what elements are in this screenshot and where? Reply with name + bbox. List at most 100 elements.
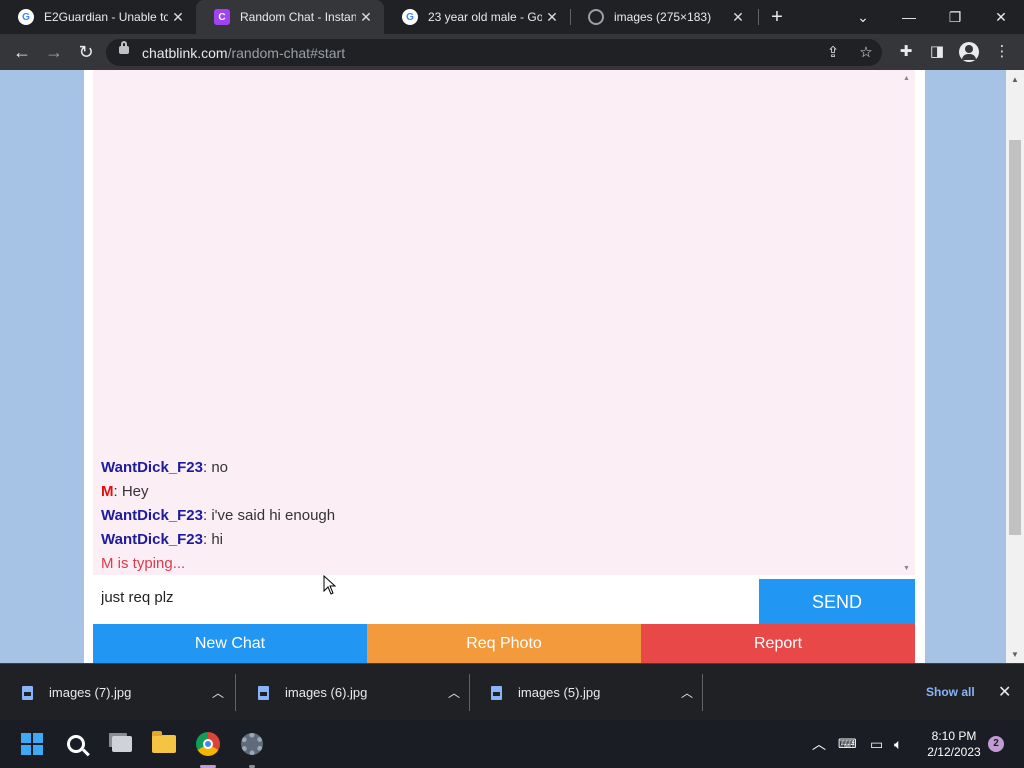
- menu-kebab-icon[interactable]: ⋮: [992, 42, 1012, 62]
- typing-indicator: M is typing...: [101, 555, 186, 572]
- bookmark-star-icon[interactable]: ☆: [856, 43, 876, 63]
- message-text: : no: [202, 459, 229, 476]
- chat-log: WantDick_F23: no M: Hey WantDick_F23: i'…: [93, 70, 899, 575]
- extensions-puzzle-icon[interactable]: ✚: [896, 42, 916, 62]
- show-hidden-icons-chevron-icon[interactable]: ︿: [812, 720, 826, 768]
- stranger-nick: WantDick_F23: [101, 507, 203, 524]
- report-button[interactable]: Report: [641, 624, 915, 663]
- tab-title: Random Chat - Instant: [240, 10, 356, 24]
- gear-icon: [241, 733, 263, 755]
- address-bar[interactable]: chatblink.com/random-chat#start ⇪ ☆: [106, 39, 882, 66]
- file-icon: [22, 685, 33, 700]
- file-icon: [491, 685, 502, 700]
- chevron-up-icon[interactable]: ︿: [203, 684, 233, 701]
- file-explorer-button[interactable]: [148, 728, 180, 760]
- message-list: WantDick_F23: no M: Hey WantDick_F23: i'…: [101, 456, 335, 576]
- start-button[interactable]: [16, 728, 48, 760]
- close-icon[interactable]: ✕: [542, 9, 562, 26]
- close-icon[interactable]: ✕: [168, 9, 188, 26]
- scroll-down-arrow-icon[interactable]: ▼: [903, 565, 910, 572]
- scroll-up-arrow-icon[interactable]: ▲: [903, 75, 910, 82]
- close-download-bar-icon[interactable]: ✕: [998, 682, 1011, 702]
- back-arrow-icon[interactable]: ←: [10, 40, 34, 64]
- tab-title: 23 year old male - Goo: [428, 10, 542, 24]
- tab-title: E2Guardian - Unable to: [44, 10, 168, 24]
- download-filename: images (5).jpg: [518, 685, 601, 700]
- page-viewport: WantDick_F23: no M: Hey WantDick_F23: i'…: [0, 70, 1024, 663]
- chat-message: M: Hey: [101, 480, 335, 504]
- new-chat-button[interactable]: New Chat: [93, 624, 367, 663]
- system-clock[interactable]: 8:10 PM 2/12/2023: [920, 728, 988, 760]
- stranger-nick: WantDick_F23: [101, 459, 203, 476]
- clock-date: 2/12/2023: [927, 745, 981, 759]
- restore-icon[interactable]: ❐: [932, 0, 978, 34]
- chrome-button[interactable]: [192, 728, 224, 760]
- scroll-up-arrow-icon[interactable]: ▲: [1011, 75, 1019, 84]
- chrome-icon: [196, 732, 220, 756]
- chat-log-scrollbar[interactable]: ▲ ▼: [899, 70, 915, 575]
- scrollbar-thumb[interactable]: [1009, 140, 1021, 535]
- share-icon[interactable]: ⇪: [823, 43, 843, 63]
- keyboard-icon[interactable]: ⌨: [838, 720, 857, 768]
- forward-arrow-icon[interactable]: →: [42, 40, 66, 64]
- url-text[interactable]: chatblink.com/random-chat#start: [142, 45, 345, 61]
- url-domain: chatblink.com: [142, 45, 228, 61]
- tab-e2guardian[interactable]: G E2Guardian - Unable to ✕: [0, 0, 196, 34]
- browser-tab-strip: G E2Guardian - Unable to ✕ C Random Chat…: [0, 0, 1024, 34]
- stranger-nick: WantDick_F23: [101, 531, 203, 548]
- lock-icon: [119, 41, 129, 54]
- send-button[interactable]: SEND: [759, 579, 915, 625]
- windows-taskbar: ︿ ⌨ ▭ 🔈︎ 8:10 PM 2/12/2023: [0, 720, 1024, 768]
- folder-icon: [152, 731, 176, 753]
- tab-title: images (275×183): [614, 10, 712, 24]
- reload-icon[interactable]: ↻: [74, 40, 98, 64]
- url-path: /random-chat#start: [227, 45, 346, 61]
- network-icon[interactable]: ▭: [870, 720, 883, 768]
- show-all-downloads-link[interactable]: Show all: [926, 685, 975, 699]
- close-icon[interactable]: ✕: [728, 9, 748, 26]
- tab-search-chevron-icon[interactable]: ⌄: [840, 0, 886, 34]
- download-filename: images (7).jpg: [49, 685, 132, 700]
- search-button[interactable]: [60, 728, 92, 760]
- download-item[interactable]: images (6).jpg ︿: [236, 664, 469, 721]
- chevron-up-icon[interactable]: ︿: [672, 684, 702, 701]
- tab-random-chat[interactable]: C Random Chat - Instant ✕: [196, 0, 384, 34]
- chevron-up-icon[interactable]: ︿: [439, 684, 469, 701]
- my-nick: M: [101, 483, 114, 500]
- download-item[interactable]: images (7).jpg ︿: [0, 664, 233, 721]
- profile-avatar-icon[interactable]: [959, 42, 979, 62]
- mouse-cursor-icon: [323, 575, 337, 595]
- chat-message: WantDick_F23: no: [101, 456, 335, 480]
- google-icon: G: [18, 9, 34, 25]
- page-scrollbar[interactable]: ▲ ▼: [1006, 70, 1024, 663]
- window-close-icon[interactable]: ✕: [978, 0, 1024, 34]
- download-item[interactable]: images (5).jpg ︿: [469, 664, 702, 721]
- download-bar: images (7).jpg ︿ images (6).jpg ︿ images…: [0, 663, 1024, 720]
- settings-button[interactable]: [236, 728, 268, 760]
- google-icon: G: [402, 9, 418, 25]
- message-text: : hi: [202, 531, 223, 548]
- minimize-icon[interactable]: —: [886, 0, 932, 34]
- req-photo-button[interactable]: Req Photo: [367, 624, 641, 663]
- message-input[interactable]: [93, 575, 758, 624]
- tab-images[interactable]: images (275×183) ✕: [570, 0, 756, 34]
- tab-divider: [758, 9, 759, 25]
- divider: [702, 674, 703, 711]
- scroll-down-arrow-icon[interactable]: ▼: [1011, 650, 1019, 659]
- new-tab-button[interactable]: +: [766, 6, 788, 28]
- download-filename: images (6).jpg: [285, 685, 368, 700]
- volume-icon[interactable]: 🔈︎: [894, 720, 902, 768]
- chat-action-buttons: New Chat Req Photo Report: [93, 624, 915, 663]
- windows-logo-icon: [21, 733, 43, 755]
- search-icon: [67, 735, 85, 753]
- tab-google-search[interactable]: G 23 year old male - Goo ✕: [384, 0, 570, 34]
- task-view-button[interactable]: [106, 728, 138, 760]
- clock-time: 8:10 PM: [931, 729, 977, 743]
- message-text: : Hey: [113, 483, 149, 500]
- side-panel-icon[interactable]: ◨: [927, 42, 947, 62]
- message-composer: SEND: [93, 575, 915, 625]
- chat-message: WantDick_F23: hi: [101, 528, 335, 552]
- close-icon[interactable]: ✕: [356, 9, 376, 26]
- chatblink-icon: C: [214, 9, 230, 25]
- notification-badge[interactable]: 2: [988, 736, 1004, 752]
